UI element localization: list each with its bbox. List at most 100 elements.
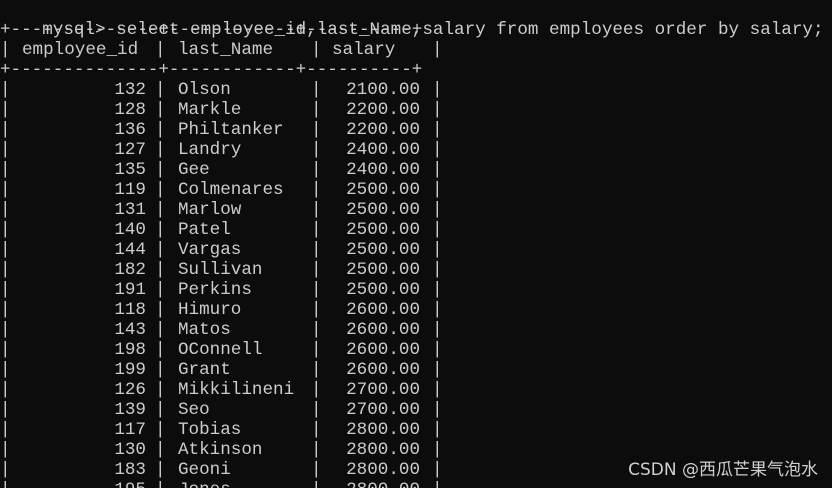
column-separator: | — [432, 280, 443, 300]
cell-salary: 2500.00 — [346, 180, 420, 200]
csdn-watermark: CSDN @西瓜芒果气泡水 — [628, 460, 818, 480]
cell-last-name: Patel — [178, 220, 231, 240]
cell-salary: 2600.00 — [346, 340, 420, 360]
cell-employee-id: 195 — [0, 480, 146, 488]
column-separator: | — [155, 420, 166, 440]
cell-employee-id: 143 — [114, 320, 146, 340]
column-separator: | — [311, 40, 322, 60]
cell-last-name: Colmenares — [178, 180, 284, 200]
cell-last-name: Perkins — [178, 280, 252, 300]
column-separator: | — [155, 460, 166, 480]
cell-employee-id: 182 — [114, 260, 146, 280]
cell-last-name: Marlow — [178, 200, 242, 220]
column-separator: | — [0, 40, 11, 60]
column-header-last-name: last_Name — [178, 40, 274, 60]
cell-employee-id: 117 — [114, 420, 146, 440]
column-separator: | — [155, 160, 166, 180]
column-separator: | — [432, 460, 443, 480]
column-separator: | — [432, 100, 443, 120]
column-separator: | — [155, 440, 166, 460]
table-header: | employee_id | last_Name | salary | — [0, 40, 443, 60]
cell-last-name: Mikkilineni — [178, 380, 295, 400]
column-separator: | — [432, 120, 443, 140]
cell-salary: 2100.00 — [346, 80, 420, 100]
cell-last-name: Tobias — [178, 420, 242, 440]
cell-last-name: Olson — [178, 80, 231, 100]
terminal-window[interactable]: mysql> select employee_id,last_Name,sala… — [0, 0, 832, 488]
cell-employee-id: 135 — [114, 160, 146, 180]
cell-salary: 2200.00 — [346, 120, 420, 140]
column-separator: | — [432, 400, 443, 420]
cell-salary: 2800.00 — [346, 420, 420, 440]
column-separator: | — [432, 240, 443, 260]
cell-employee-id: 132 — [114, 80, 146, 100]
column-separator: | — [155, 200, 166, 220]
column-separator: | — [155, 320, 166, 340]
column-separator: | — [155, 180, 166, 200]
column-separator: | — [432, 300, 443, 320]
column-separator: | — [155, 300, 166, 320]
cell-salary: 2700.00 — [346, 380, 420, 400]
table-header-border: +--------------+------------+----------+ — [0, 60, 423, 80]
column-separator: | — [432, 220, 443, 240]
column-separator: | — [155, 40, 166, 60]
cell-salary: 2500.00 — [346, 280, 420, 300]
column-separator: | — [155, 120, 166, 140]
cell-employee-id: 118 — [114, 300, 146, 320]
cell-salary: 2700.00 — [346, 400, 420, 420]
cell-last-name: OConnell — [178, 340, 263, 360]
cell-last-name: Jones — [178, 480, 231, 488]
column-separator: | — [432, 360, 443, 380]
column-header-employee-id: employee_id — [22, 40, 139, 60]
column-header-salary: salary — [332, 40, 396, 60]
cell-salary: 2500.00 — [346, 200, 420, 220]
cell-employee-id: 126 — [114, 380, 146, 400]
cell-employee-id: 139 — [114, 400, 146, 420]
cell-employee-id: 127 — [114, 140, 146, 160]
cell-salary: 2800.00 — [312, 480, 420, 488]
cell-salary: 2800.00 — [346, 440, 420, 460]
column-separator: | — [155, 340, 166, 360]
column-separator: | — [432, 180, 443, 200]
cell-last-name: Himuro — [178, 300, 242, 320]
cell-last-name: Geoni — [178, 460, 231, 480]
cell-employee-id: 191 — [114, 280, 146, 300]
column-separator: | — [432, 440, 443, 460]
cell-salary: 2600.00 — [346, 360, 420, 380]
column-separator: | — [432, 200, 443, 220]
column-separator: | — [155, 240, 166, 260]
column-separator: | — [155, 100, 166, 120]
cell-salary: 2500.00 — [346, 240, 420, 260]
cell-employee-id: 183 — [114, 460, 146, 480]
cell-last-name: Atkinson — [178, 440, 263, 460]
cell-salary: 2600.00 — [346, 320, 420, 340]
column-separator: | — [432, 320, 443, 340]
cell-salary: 2800.00 — [346, 460, 420, 480]
cell-employee-id: 131 — [114, 200, 146, 220]
cell-last-name: Vargas — [178, 240, 242, 260]
command-line: mysql> select employee_id,last_Name,sala… — [0, 0, 823, 40]
column-separator: | — [432, 260, 443, 280]
column-separator: | — [432, 160, 443, 180]
column-separator: | — [155, 80, 166, 100]
column-separator: | — [155, 480, 166, 488]
column-separator: | — [432, 420, 443, 440]
cell-salary: 2500.00 — [346, 220, 420, 240]
cell-last-name: Grant — [178, 360, 231, 380]
cell-last-name: Matos — [178, 320, 231, 340]
column-separator: | — [432, 340, 443, 360]
cell-last-name: Sullivan — [178, 260, 263, 280]
cell-last-name: Philtanker — [178, 120, 284, 140]
column-separator: | — [432, 140, 443, 160]
column-separator: | — [155, 220, 166, 240]
cell-salary: 2400.00 — [346, 140, 420, 160]
cell-salary: 2400.00 — [346, 160, 420, 180]
cell-employee-id: 140 — [114, 220, 146, 240]
cell-employee-id: 144 — [114, 240, 146, 260]
column-separator: | — [432, 480, 443, 488]
cell-last-name: Gee — [178, 160, 210, 180]
column-separator: | — [432, 40, 443, 60]
cell-employee-id: 128 — [114, 100, 146, 120]
cell-last-name: Markle — [178, 100, 242, 120]
cell-employee-id: 136 — [114, 120, 146, 140]
